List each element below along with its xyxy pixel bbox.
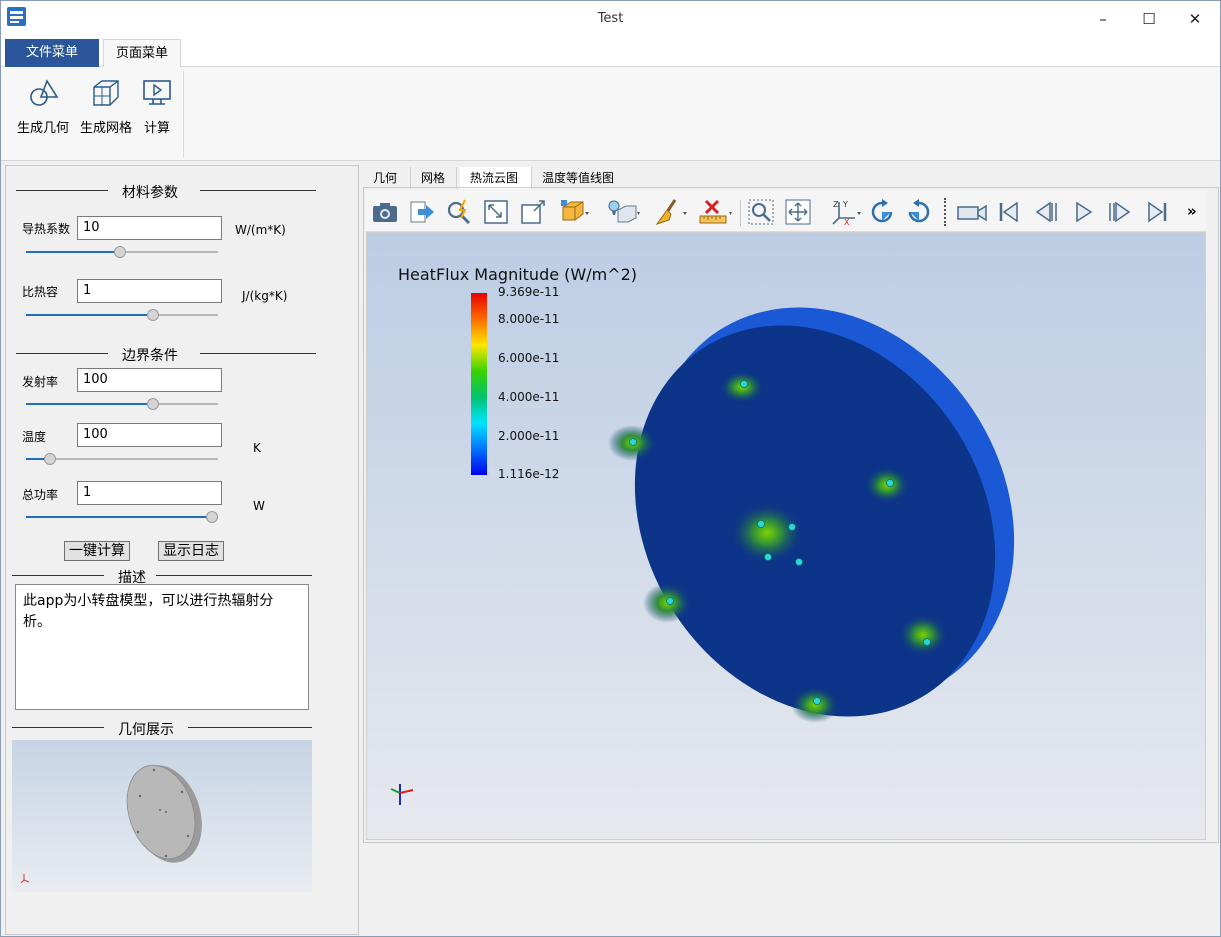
orientation-axes-icon bbox=[390, 784, 414, 805]
view-toolbar: ZY X » bbox=[365, 190, 1207, 232]
boundary-group-header: 边界条件 bbox=[16, 345, 316, 364]
temperature-unit: K bbox=[253, 441, 261, 455]
slider-thumb[interactable] bbox=[147, 398, 159, 410]
toolbar-grip bbox=[944, 198, 946, 226]
conductivity-label: 导热系数 bbox=[22, 222, 71, 236]
conductivity-input[interactable]: 10 bbox=[77, 216, 222, 240]
ruler-icon[interactable] bbox=[698, 198, 732, 226]
temperature-slider[interactable] bbox=[26, 453, 218, 465]
zoom-region-icon[interactable] bbox=[747, 198, 775, 226]
specific-heat-input[interactable]: 1 bbox=[77, 279, 222, 303]
maximize-icon[interactable]: ☐ bbox=[1131, 7, 1167, 31]
rotate-ccw-icon[interactable] bbox=[905, 198, 933, 226]
generate-geometry-label: 生成几何 bbox=[16, 121, 69, 136]
description-textbox[interactable]: 此app为小转盘模型，可以进行热辐射分析。 bbox=[15, 584, 309, 710]
specific-heat-slider[interactable] bbox=[26, 309, 218, 321]
total-power-unit: W bbox=[253, 499, 265, 513]
pan-icon[interactable] bbox=[784, 198, 812, 226]
play-icon[interactable] bbox=[1069, 198, 1097, 226]
ribbon-separator bbox=[183, 71, 184, 157]
heatflux-disk-model bbox=[608, 307, 1015, 723]
view-tabs: 几何 网格 热流云图 温度等值线图 bbox=[363, 167, 823, 189]
brush-icon[interactable] bbox=[653, 198, 687, 226]
parameter-panel: 材料参数 导热系数 10 W/(m*K) 比热容 1 J/(kg*K) 边界条件… bbox=[5, 165, 359, 935]
generate-geometry-button[interactable]: 生成几何 bbox=[13, 73, 73, 145]
record-icon[interactable] bbox=[955, 198, 989, 226]
description-group-header: 描述 bbox=[12, 567, 312, 586]
axes-icon[interactable]: ZY X bbox=[829, 198, 861, 227]
camera-icon[interactable] bbox=[371, 198, 399, 226]
render-viewport[interactable]: HeatFlux Magnitude (W/m^2) 9.369e-11 8.0… bbox=[366, 232, 1206, 840]
boundary-group-title: 边界条件 bbox=[122, 348, 178, 364]
total-power-slider[interactable] bbox=[26, 511, 218, 523]
menu-bar: 文件菜单 页面菜单 bbox=[1, 37, 1220, 68]
toolbar-separator bbox=[740, 200, 741, 226]
emissivity-slider[interactable] bbox=[26, 398, 218, 410]
slider-thumb[interactable] bbox=[114, 246, 126, 258]
conductivity-slider[interactable] bbox=[26, 246, 218, 258]
menu-tab-page[interactable]: 页面菜单 bbox=[103, 39, 181, 68]
close-icon[interactable]: ✕ bbox=[1177, 7, 1213, 31]
zoom-box-icon[interactable] bbox=[482, 198, 510, 226]
last-frame-icon[interactable] bbox=[1143, 198, 1171, 226]
material-group-header: 材料参数 bbox=[16, 182, 316, 201]
ribbon: 生成几何 生成网格 计算 bbox=[1, 67, 1220, 161]
specific-heat-label: 比热容 bbox=[22, 285, 59, 299]
probe-icon[interactable] bbox=[445, 198, 473, 226]
total-power-label: 总功率 bbox=[22, 488, 59, 502]
emissivity-input[interactable]: 100 bbox=[77, 368, 222, 392]
total-power-input[interactable]: 1 bbox=[77, 481, 222, 505]
compute-icon bbox=[143, 80, 171, 105]
minimize-icon[interactable]: – bbox=[1085, 7, 1121, 31]
geometry-group-header: 几何展示 bbox=[12, 719, 312, 738]
compute-button[interactable]: 计算 bbox=[137, 73, 177, 145]
more-icon[interactable]: » bbox=[1187, 202, 1197, 220]
generate-mesh-label: 生成网格 bbox=[79, 121, 132, 136]
compute-once-button[interactable]: 一键计算 bbox=[64, 541, 130, 561]
tab-geometry[interactable]: 几何 bbox=[363, 167, 411, 189]
slider-thumb[interactable] bbox=[44, 453, 56, 465]
next-frame-icon[interactable] bbox=[1106, 198, 1134, 226]
geometry-group-title: 几何展示 bbox=[118, 722, 174, 738]
tab-temperature-isoline[interactable]: 温度等值线图 bbox=[532, 167, 632, 189]
material-group-title: 材料参数 bbox=[122, 185, 178, 201]
show-log-button[interactable]: 显示日志 bbox=[158, 541, 224, 561]
box-view-icon[interactable] bbox=[559, 198, 589, 226]
svg-text:Y: Y bbox=[842, 200, 848, 209]
rotate-cw-icon[interactable] bbox=[868, 198, 896, 226]
specific-heat-unit: J/(kg*K) bbox=[242, 289, 288, 303]
window-title: Test bbox=[597, 11, 624, 26]
application-window: Test – ☐ ✕ 文件菜单 页面菜单 生成几何 生成网格 计算 材料参数 导… bbox=[0, 0, 1221, 937]
tab-heatflux-contour[interactable]: 热流云图 bbox=[460, 167, 532, 189]
light-icon[interactable] bbox=[606, 198, 640, 226]
slider-thumb[interactable] bbox=[206, 511, 218, 523]
geometry-preview-disk bbox=[20, 764, 202, 884]
conductivity-unit: W/(m*K) bbox=[235, 223, 286, 237]
geometry-icon bbox=[30, 79, 59, 106]
tab-mesh[interactable]: 网格 bbox=[411, 167, 457, 189]
compute-label: 计算 bbox=[143, 121, 170, 136]
temperature-input[interactable]: 100 bbox=[77, 423, 222, 447]
zoom-fit-icon[interactable] bbox=[519, 198, 547, 226]
mesh-icon bbox=[93, 80, 119, 106]
export-icon[interactable] bbox=[408, 198, 436, 226]
prev-frame-icon[interactable] bbox=[1032, 198, 1060, 226]
geometry-preview-view[interactable] bbox=[12, 740, 312, 892]
emissivity-label: 发射率 bbox=[22, 375, 59, 389]
svg-text:X: X bbox=[844, 218, 850, 226]
generate-mesh-button[interactable]: 生成网格 bbox=[77, 73, 135, 145]
svg-text:Z: Z bbox=[833, 200, 839, 209]
first-frame-icon[interactable] bbox=[995, 198, 1023, 226]
temperature-label: 温度 bbox=[22, 430, 47, 444]
menu-tab-file[interactable]: 文件菜单 bbox=[5, 39, 99, 68]
slider-thumb[interactable] bbox=[147, 309, 159, 321]
title-bar: Test – ☐ ✕ bbox=[1, 1, 1220, 37]
